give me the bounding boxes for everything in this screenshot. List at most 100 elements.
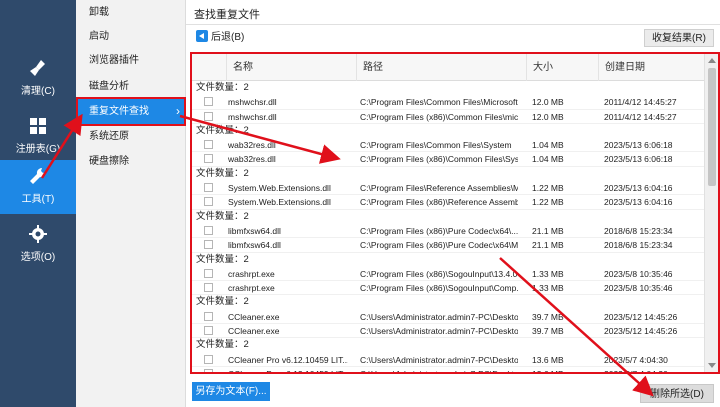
- file-path: C:\Program Files (x86)\Pure Codec\x64\Mi…: [360, 240, 518, 251]
- row-checkbox[interactable]: [204, 368, 213, 372]
- file-size: 1.33 MB: [532, 283, 564, 294]
- scroll-thumb[interactable]: [708, 68, 716, 186]
- nav-item-clean[interactable]: 清理(C): [0, 52, 76, 106]
- row-checkbox[interactable]: [204, 111, 213, 121]
- scroll-down-icon[interactable]: [708, 363, 716, 368]
- file-path: C:\Program Files (x86)\Pure Codec\x64\..…: [360, 225, 518, 236]
- file-name: System.Web.Extensions.dll: [228, 197, 331, 208]
- file-path: C:\Program Files (x86)\SogouInput\Comp..…: [360, 283, 518, 294]
- table-row[interactable]: CCleaner.exe C:\Users\Administrator.admin…: [192, 324, 704, 339]
- table-row[interactable]: libmfxsw64.dll C:\Program Files (x86)\Pur…: [192, 224, 704, 239]
- file-name: libmfxsw64.dll: [228, 225, 281, 236]
- file-size: 21.1 MB: [532, 240, 564, 251]
- file-date: 2023/5/7 4:04:30: [604, 354, 668, 365]
- file-size: 13.6 MB: [532, 368, 564, 374]
- nav-item-options[interactable]: 选项(O): [0, 218, 76, 272]
- file-date: 2018/6/8 15:23:34: [604, 225, 673, 236]
- group-header: 文件数量：2: [196, 124, 249, 136]
- nav-item-tools[interactable]: 工具(T): [0, 160, 76, 214]
- scroll-up-icon[interactable]: [708, 58, 716, 63]
- table-row[interactable]: CCleaner Pro v6.12.10459 LIT... C:\Users\…: [192, 367, 704, 374]
- file-name: CCleaner.exe: [228, 311, 280, 322]
- file-size: 1.04 MB: [532, 154, 564, 165]
- group-header: 文件数量：2: [196, 296, 249, 308]
- file-date: 2023/5/7 4:04:30: [604, 368, 668, 374]
- row-checkbox[interactable]: [204, 311, 213, 321]
- row-checkbox[interactable]: [204, 354, 213, 364]
- nav-item-registry[interactable]: 注册表(G): [0, 110, 76, 164]
- row-checkbox[interactable]: [204, 97, 213, 107]
- main-nav: 清理(C) 注册表(G) 工具(T) 选项(O): [0, 0, 76, 407]
- header-size[interactable]: 大小: [526, 54, 598, 81]
- file-size: 1.22 MB: [532, 183, 564, 194]
- group-header: 文件数量：2: [196, 210, 249, 222]
- file-date: 2011/4/12 14:45:27: [604, 97, 677, 108]
- file-name: libmfxsw64.dll: [228, 240, 281, 251]
- row-checkbox[interactable]: [204, 283, 213, 293]
- file-name: System.Web.Extensions.dll: [228, 183, 331, 194]
- nav-item-label: 工具(T): [21, 194, 55, 205]
- table-row[interactable]: mshwchsr.dll C:\Program Files (x86)\Commo…: [192, 110, 704, 124]
- delete-selected-button[interactable]: 删除所选(D): [640, 384, 714, 403]
- nav-item-label: 注册表(G): [15, 144, 61, 155]
- submenu-item-system-restore[interactable]: 系统还原: [76, 124, 186, 149]
- nav-item-label: 清理(C): [21, 86, 55, 97]
- file-size: 1.22 MB: [532, 197, 564, 208]
- header-date[interactable]: 创建日期: [598, 54, 704, 81]
- nav-item-label: 选项(O): [20, 252, 56, 263]
- group-header: 文件数量：2: [196, 253, 249, 265]
- row-checkbox[interactable]: [204, 326, 213, 336]
- row-checkbox[interactable]: [204, 197, 213, 207]
- file-name: crashrpt.exe: [228, 268, 275, 279]
- file-name: crashrpt.exe: [228, 283, 275, 294]
- file-name: wab32res.dll: [228, 154, 276, 165]
- row-checkbox[interactable]: [204, 268, 213, 278]
- page-title: 查找重复文件: [194, 9, 260, 21]
- file-path: C:\Program Files\Common Files\System: [360, 140, 512, 151]
- file-size: 13.6 MB: [532, 354, 564, 365]
- file-size: 1.33 MB: [532, 268, 564, 279]
- file-date: 2023/5/13 6:04:16: [604, 183, 673, 194]
- table-row[interactable]: System.Web.Extensions.dll C:\Program File…: [192, 181, 704, 196]
- row-checkbox[interactable]: [204, 154, 213, 164]
- table-row[interactable]: wab32res.dll C:\Program Files (x86)\Commo…: [192, 152, 704, 167]
- table-row[interactable]: System.Web.Extensions.dll C:\Program File…: [192, 195, 704, 210]
- submenu-item-uninstall[interactable]: 卸载: [76, 0, 186, 25]
- collapse-results-button[interactable]: 收复结果(R): [644, 29, 714, 47]
- file-path: C:\Program Files\Reference Assemblies\Mi…: [360, 183, 518, 194]
- header-name[interactable]: 名称: [226, 54, 356, 81]
- table-row[interactable]: crashrpt.exe C:\Program Files (x86)\Sogou…: [192, 267, 704, 282]
- table-row[interactable]: CCleaner Pro v6.12.10459 LIT... C:\Users\…: [192, 353, 704, 367]
- table-header: 名称 路径 大小 创建日期: [192, 54, 704, 81]
- table-row[interactable]: libmfxsw64.dll C:\Program Files (x86)\Pur…: [192, 238, 704, 253]
- table-row[interactable]: wab32res.dll C:\Program Files\Common File…: [192, 138, 704, 153]
- submenu-item-drive-wiper[interactable]: 硬盘擦除: [76, 149, 186, 174]
- row-checkbox[interactable]: [204, 140, 213, 150]
- table-row[interactable]: mshwchsr.dll C:\Program Files\Common File…: [192, 95, 704, 110]
- row-checkbox[interactable]: [204, 183, 213, 193]
- vertical-scrollbar[interactable]: [704, 54, 718, 372]
- submenu-item-browser-plugins[interactable]: 浏览器插件: [76, 48, 186, 73]
- wrench-icon: [30, 167, 47, 184]
- submenu-item-startup[interactable]: 启动: [76, 24, 186, 49]
- file-size: 39.7 MB: [532, 326, 564, 337]
- broom-icon: [30, 60, 45, 76]
- file-name: CCleaner Pro v6.12.10459 LIT...: [228, 354, 348, 365]
- divider: [186, 24, 720, 25]
- table-body: 文件数量：2 mshwchsr.dll C:\Program Files\Commo…: [192, 81, 704, 374]
- save-as-text-button[interactable]: 另存为文本(F)...: [192, 382, 270, 401]
- table-row[interactable]: CCleaner.exe C:\Users\Administrator.admin…: [192, 310, 704, 325]
- group-header: 文件数量：2: [196, 82, 249, 93]
- header-path[interactable]: 路径: [356, 54, 526, 81]
- row-checkbox[interactable]: [204, 225, 213, 235]
- submenu-item-disk-analysis[interactable]: 磁盘分析: [76, 74, 186, 99]
- row-checkbox[interactable]: [204, 240, 213, 250]
- file-date: 2023/5/8 10:35:46: [604, 268, 673, 279]
- table-row[interactable]: crashrpt.exe C:\Program Files (x86)\Sogou…: [192, 281, 704, 296]
- file-size: 39.7 MB: [532, 311, 564, 322]
- back-button[interactable]: 后退(B): [196, 30, 244, 46]
- submenu-item-duplicate-finder[interactable]: 重复文件查找 ›: [76, 99, 186, 124]
- file-name: mshwchsr.dll: [228, 97, 277, 108]
- back-button-label: 后退(B): [211, 32, 245, 43]
- file-path: C:\Users\Administrator.admin7-PC\Deskto.…: [360, 354, 518, 365]
